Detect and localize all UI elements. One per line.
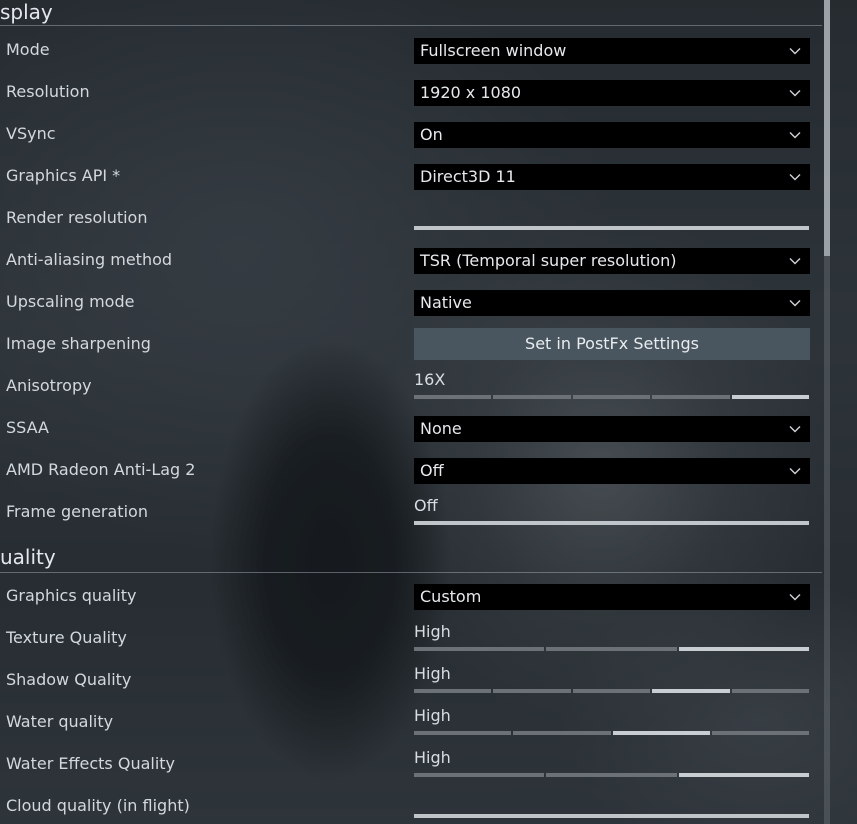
slider-segment [513, 731, 611, 735]
scrollbar-thumb[interactable] [824, 0, 830, 256]
resolution-dropdown[interactable]: 1920 x 1080 [414, 80, 810, 106]
chevron-down-icon [789, 258, 801, 265]
slider-segment [493, 395, 571, 399]
render-resolution-slider[interactable] [414, 226, 809, 230]
frame-generation-value: Off [414, 496, 438, 515]
cloud-quality-slider[interactable] [414, 814, 809, 818]
water-effects-quality-value: High [414, 748, 451, 767]
anisotropy-value: 16X [414, 370, 446, 389]
texture-quality-label: Texture Quality [6, 628, 127, 647]
shadow-quality-value: High [414, 664, 451, 683]
frame-generation-label: Frame generation [6, 502, 148, 521]
slider-segment [731, 395, 810, 399]
resolution-value: 1920 x 1080 [420, 83, 522, 102]
anti-aliasing-value: TSR (Temporal super resolution) [420, 251, 677, 270]
anti-lag-label: AMD Radeon Anti-Lag 2 [6, 460, 196, 479]
graphics-quality-value: Custom [420, 587, 482, 606]
slider-segment [678, 647, 809, 651]
chevron-down-icon [789, 132, 801, 139]
ssaa-dropdown[interactable]: None [414, 416, 810, 442]
anti-lag-value: Off [420, 461, 444, 480]
slider-segment [414, 689, 492, 693]
slider-segment [711, 731, 809, 735]
mode-dropdown[interactable]: Fullscreen window [414, 38, 810, 64]
water-effects-quality-label: Water Effects Quality [6, 754, 176, 773]
upscaling-label: Upscaling mode [6, 292, 135, 311]
ssaa-label: SSAA [6, 418, 49, 437]
slider-segment [414, 395, 492, 399]
section-divider [0, 572, 822, 573]
slider-segment [572, 689, 651, 693]
postfx-settings-button[interactable]: Set in PostFx Settings [414, 328, 810, 360]
mode-value: Fullscreen window [420, 41, 567, 60]
slider-segment [678, 773, 809, 777]
vsync-value: On [420, 125, 443, 144]
chevron-down-icon [789, 594, 801, 601]
settings-panel: splay Mode Fullscreen window Resolution … [0, 0, 857, 824]
slider-segment [414, 647, 545, 651]
slider-segment [612, 731, 710, 735]
section-title-display: splay [0, 0, 53, 24]
anisotropy-label: Anisotropy [6, 376, 92, 395]
slider-segment [652, 689, 730, 693]
chevron-down-icon [789, 174, 801, 181]
graphics-api-label: Graphics API * [6, 166, 121, 185]
anti-aliasing-label: Anti-aliasing method [6, 250, 173, 269]
chevron-down-icon [789, 48, 801, 55]
anisotropy-slider[interactable] [414, 395, 810, 399]
slider-segment [414, 731, 512, 735]
graphics-quality-dropdown[interactable]: Custom [414, 584, 810, 610]
slider-segment [572, 395, 651, 399]
graphics-quality-label: Graphics quality [6, 586, 137, 605]
slider-segment [414, 773, 545, 777]
section-divider [0, 25, 822, 26]
water-quality-value: High [414, 706, 451, 725]
texture-quality-slider[interactable] [414, 647, 809, 651]
water-quality-label: Water quality [6, 712, 114, 731]
slider-segment [546, 647, 677, 651]
texture-quality-value: High [414, 622, 451, 641]
section-title-quality: uality [0, 545, 56, 569]
render-resolution-label: Render resolution [6, 208, 148, 227]
water-quality-slider[interactable] [414, 731, 809, 735]
ssaa-value: None [420, 419, 462, 438]
graphics-api-value: Direct3D 11 [420, 167, 516, 186]
graphics-api-dropdown[interactable]: Direct3D 11 [414, 164, 810, 190]
shadow-quality-label: Shadow Quality [6, 670, 132, 689]
upscaling-dropdown[interactable]: Native [414, 290, 810, 316]
slider-segment [731, 689, 810, 693]
chevron-down-icon [789, 426, 801, 433]
upscaling-value: Native [420, 293, 472, 312]
anti-aliasing-dropdown[interactable]: TSR (Temporal super resolution) [414, 248, 810, 274]
frame-generation-slider[interactable] [414, 521, 809, 525]
cloud-quality-label: Cloud quality (in flight) [6, 796, 190, 815]
slider-segment [652, 395, 730, 399]
water-effects-quality-slider[interactable] [414, 773, 809, 777]
image-sharpening-label: Image sharpening [6, 334, 151, 353]
chevron-down-icon [789, 468, 801, 475]
slider-segment [546, 773, 677, 777]
chevron-down-icon [789, 90, 801, 97]
mode-label: Mode [6, 40, 50, 59]
shadow-quality-slider[interactable] [414, 689, 810, 693]
slider-segment [493, 689, 571, 693]
vsync-dropdown[interactable]: On [414, 122, 810, 148]
anti-lag-dropdown[interactable]: Off [414, 458, 810, 484]
resolution-label: Resolution [6, 82, 90, 101]
vsync-label: VSync [6, 124, 56, 143]
chevron-down-icon [789, 300, 801, 307]
